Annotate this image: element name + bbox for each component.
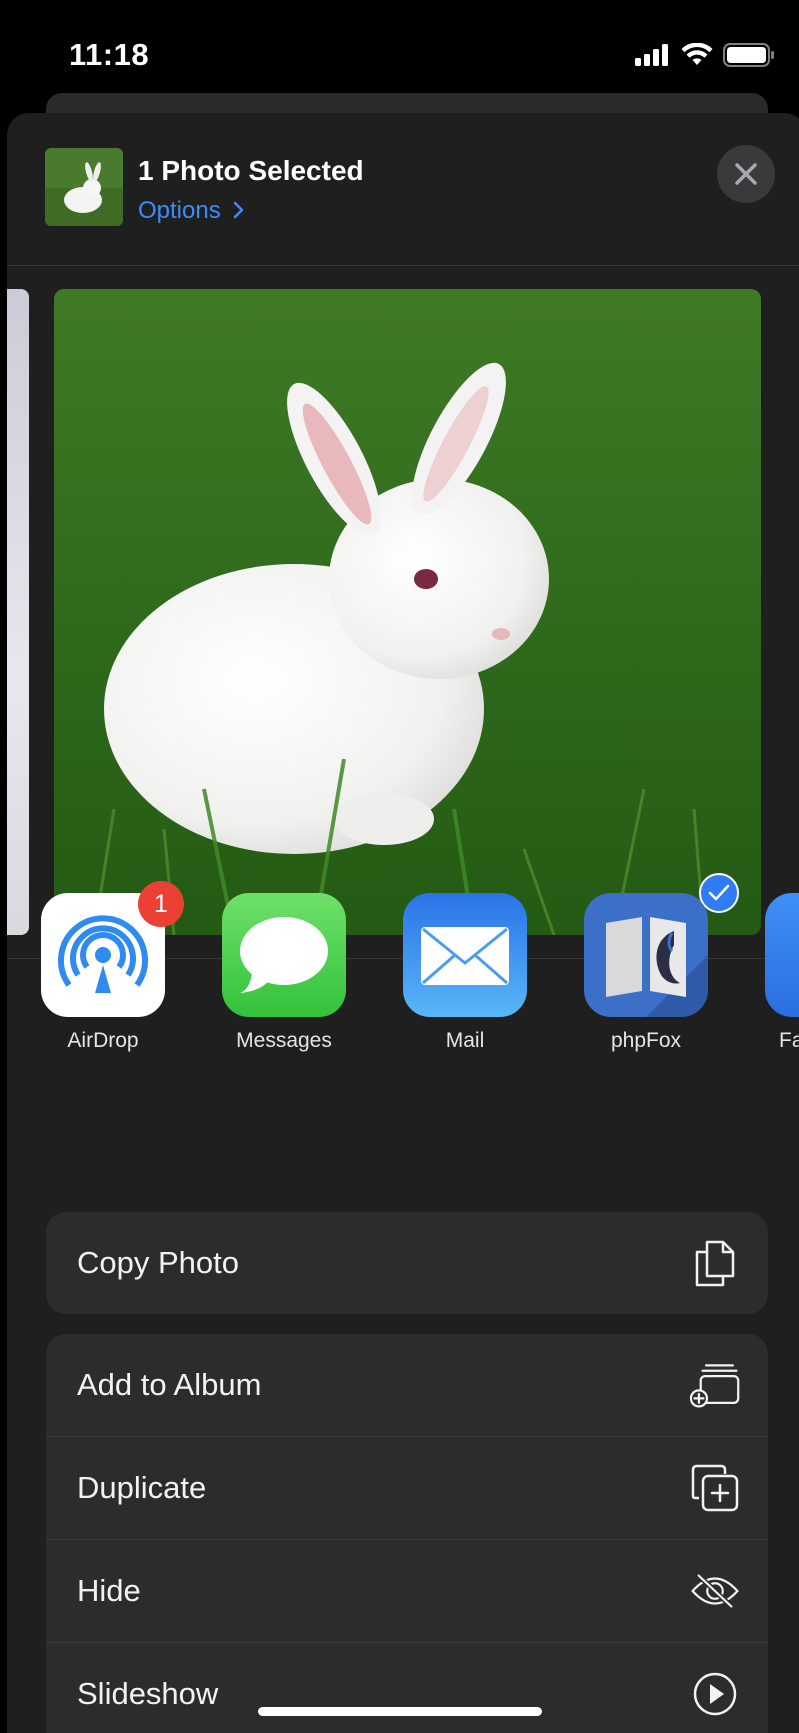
status-icons bbox=[635, 43, 775, 67]
phpfox-icon bbox=[584, 893, 708, 1017]
photo-preview[interactable] bbox=[54, 289, 761, 935]
status-time: 11:18 bbox=[69, 37, 150, 72]
mail-icon bbox=[403, 893, 527, 1017]
add-to-album-icon bbox=[690, 1360, 740, 1410]
wifi-icon bbox=[681, 43, 713, 65]
previous-photo-preview[interactable] bbox=[7, 289, 29, 935]
rabbit-photo bbox=[54, 289, 761, 935]
app-label-airdrop: AirDrop bbox=[67, 1029, 139, 1052]
screen: 11:18 1 Photo Selected Options AirDrop M… bbox=[7, 7, 799, 1733]
app-phpfox[interactable]: phpFox bbox=[584, 893, 708, 1053]
app-partial-icon bbox=[765, 893, 799, 1017]
airdrop-badge: 1 bbox=[138, 881, 184, 927]
action-duplicate[interactable]: Duplicate bbox=[46, 1436, 768, 1539]
messages-icon bbox=[222, 893, 346, 1017]
action-hide[interactable]: Hide bbox=[46, 1539, 768, 1642]
action-label: Copy Photo bbox=[77, 1245, 239, 1280]
app-mail[interactable]: Mail bbox=[403, 893, 527, 1053]
selected-photo-thumbnail bbox=[45, 148, 123, 226]
action-label: Add to Album bbox=[77, 1367, 262, 1402]
action-label: Hide bbox=[77, 1573, 141, 1608]
eye-slash-icon bbox=[690, 1566, 740, 1616]
options-label: Options bbox=[138, 197, 221, 224]
sheet-title: 1 Photo Selected bbox=[138, 155, 364, 186]
app-label-partial: Fa bbox=[779, 1029, 799, 1052]
app-partial[interactable]: Fa bbox=[765, 893, 799, 1053]
app-label-mail: Mail bbox=[445, 1029, 485, 1052]
options-link[interactable]: Options bbox=[138, 197, 245, 225]
actions-group-main: Add to Album Duplicate Hide Slideshow bbox=[46, 1334, 768, 1733]
action-label: Duplicate bbox=[77, 1470, 207, 1505]
copy-icon bbox=[690, 1238, 740, 1288]
share-apps-row: AirDrop Messages Mail phpFox Fa bbox=[7, 893, 799, 1063]
status-bar: 11:18 bbox=[7, 7, 799, 102]
close-icon bbox=[735, 163, 757, 185]
share-header: 1 Photo Selected Options bbox=[7, 113, 799, 266]
chevron-right-icon bbox=[234, 201, 244, 219]
play-circle-icon bbox=[690, 1669, 740, 1719]
action-label: Slideshow bbox=[77, 1676, 219, 1711]
cellular-signal-icon bbox=[635, 44, 668, 66]
app-label-messages: Messages bbox=[236, 1029, 332, 1052]
close-button[interactable] bbox=[717, 145, 775, 203]
action-add-to-album[interactable]: Add to Album bbox=[46, 1334, 768, 1436]
app-label-phpfox: phpFox bbox=[610, 1029, 682, 1052]
action-slideshow[interactable]: Slideshow bbox=[46, 1642, 768, 1733]
battery-icon bbox=[723, 43, 774, 67]
duplicate-icon bbox=[690, 1463, 740, 1513]
action-copy-photo[interactable]: Copy Photo bbox=[46, 1212, 768, 1314]
home-indicator[interactable] bbox=[258, 1707, 542, 1716]
actions-group-copy: Copy Photo bbox=[46, 1212, 768, 1314]
app-messages[interactable]: Messages bbox=[222, 893, 346, 1053]
